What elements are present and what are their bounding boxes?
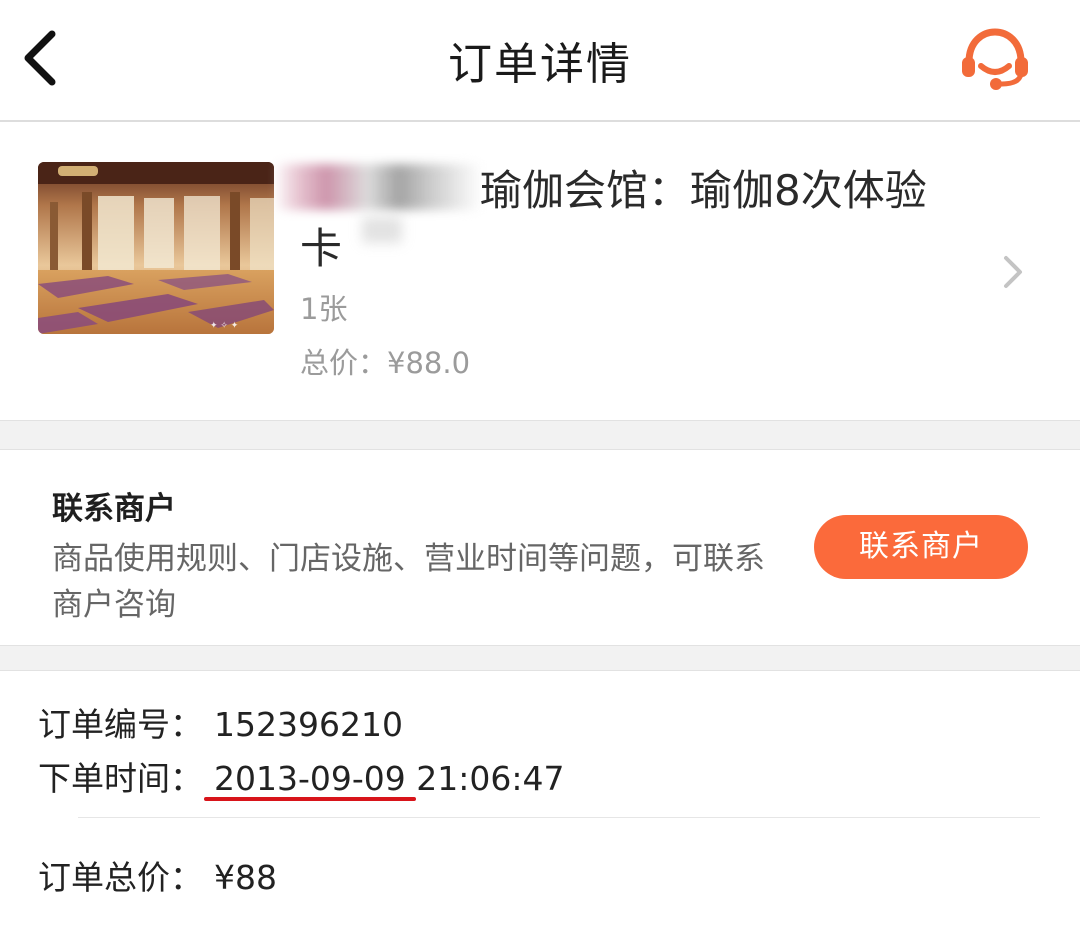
contact-merchant-section: 联系商户 商品使用规则、门店设施、营业时间等问题，可联系商户咨询 联系商户: [0, 450, 1080, 645]
contact-heading: 联系商户: [52, 491, 176, 527]
svg-text:✦ ✧ ✦: ✦ ✧ ✦: [210, 321, 239, 331]
section-divider: [0, 645, 1080, 671]
product-total-label: 总价：: [300, 346, 388, 380]
product-image: ✦ ✧ ✦: [38, 162, 274, 334]
section-divider: [0, 420, 1080, 450]
contact-description: 商品使用规则、门店设施、营业时间等问题，可联系商户咨询: [52, 541, 765, 623]
order-info-section: 订单编号： 152396210 下单时间： 2013-09-09 21:06:47 …: [0, 671, 1080, 931]
customer-service-button[interactable]: [958, 24, 1032, 92]
product-name: 瑜伽会馆：瑜伽8次体验卡: [300, 166, 927, 273]
product-total: 总价：¥88.0: [300, 340, 470, 382]
order-time-row: 下单时间： 2013-09-09 21:06:47: [38, 752, 564, 800]
order-total-label: 订单总价：: [38, 858, 203, 897]
order-time-label: 下单时间：: [38, 759, 203, 798]
product-total-value: ¥88.0: [387, 346, 471, 380]
chevron-right-icon: [1004, 256, 1022, 288]
order-number-label: 订单编号：: [38, 705, 203, 744]
contact-merchant-button[interactable]: 联系商户: [814, 515, 1028, 579]
order-total-value: ¥88: [214, 858, 277, 897]
order-total-row: 订单总价： ¥88: [38, 851, 277, 899]
date-underline-annotation: [204, 797, 416, 801]
headset-icon: [962, 28, 1028, 90]
info-divider: [78, 817, 1040, 818]
product-card[interactable]: ✦ ✧ ✦ 瑜伽会馆：瑜伽8次体验卡 1张 总价：¥88.0: [0, 122, 1080, 420]
nav-header: 订单详情: [0, 0, 1080, 122]
page-title: 订单详情: [448, 39, 632, 90]
order-number-row: 订单编号： 152396210: [38, 698, 403, 746]
order-number-value: 152396210: [214, 705, 403, 744]
order-time-value: 2013-09-09 21:06:47: [214, 759, 565, 798]
order-detail-page: 订单详情 ✦ ✧ ✦ 瑜伽会馆：瑜伽8次体验卡 1张 总价：¥88.0 联系商户…: [0, 0, 1080, 931]
product-quantity: 1张: [300, 292, 348, 326]
